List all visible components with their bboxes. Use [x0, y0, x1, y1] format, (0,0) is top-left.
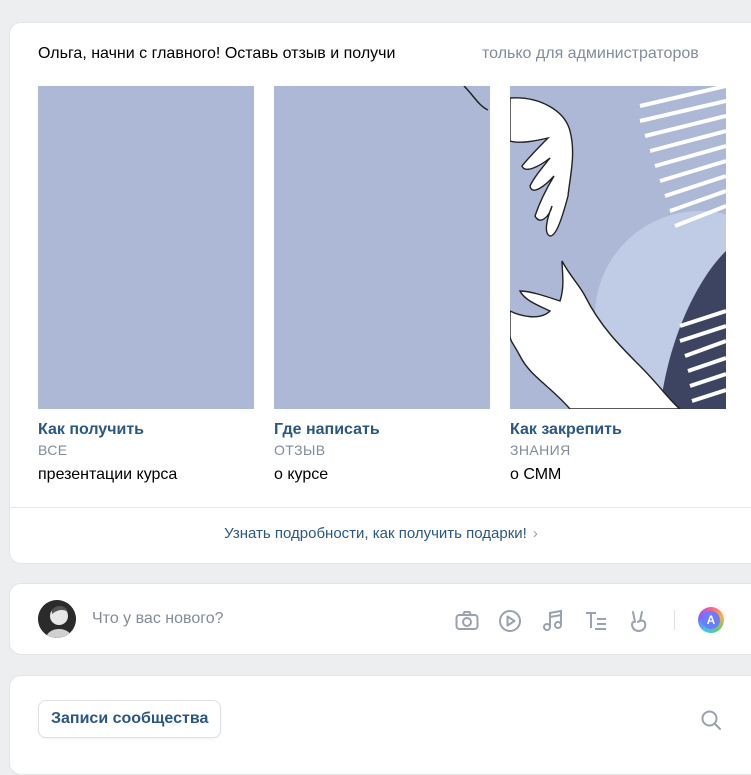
text-format-icon[interactable]	[583, 608, 609, 634]
story-title: Как получить	[38, 421, 144, 438]
story-subtitle: презентации курса	[38, 466, 178, 483]
story-tile-1[interactable]: Как получить ВСЕ презентации курса	[38, 86, 254, 484]
story-image	[274, 86, 490, 409]
avatar[interactable]	[38, 600, 76, 638]
story-caption: ЗНАНИЯ	[510, 442, 571, 458]
story-tile-3[interactable]: Как закрепить ЗНАНИЯ о СММ	[510, 86, 726, 484]
post-composer: Что у вас нового? A	[9, 583, 751, 655]
chevron-right-icon: ›	[532, 525, 538, 542]
gifts-info-link-label: Узнать подробности, как получить подарки…	[224, 525, 527, 542]
promo-card: Ольга, начни с главного! Оставь отзыв и …	[9, 22, 751, 564]
search-icon[interactable]	[700, 709, 722, 731]
divider	[10, 507, 751, 508]
ai-assistant-label: A	[702, 611, 720, 629]
story-image	[38, 86, 254, 409]
toolbar-separator	[674, 610, 675, 630]
gifts-info-link[interactable]: Узнать подробности, как получить подарки…	[10, 525, 751, 542]
story-subtitle: о СММ	[510, 466, 562, 483]
hands-illustration	[510, 86, 726, 409]
peace-hand-icon[interactable]	[626, 608, 652, 634]
story-title: Где написать	[274, 421, 380, 438]
music-note-icon[interactable]	[540, 608, 566, 634]
story-caption: ВСЕ	[38, 442, 68, 458]
video-play-icon[interactable]	[497, 608, 523, 634]
community-wall: Записи сообщества	[9, 675, 751, 775]
admin-only-note: только для администраторов	[482, 45, 699, 62]
ai-assistant-icon[interactable]: A	[698, 607, 724, 633]
story-caption: ОТЗЫВ	[274, 442, 326, 458]
story-tile-2[interactable]: Где написать ОТЗЫВ о курсе	[274, 86, 490, 484]
camera-icon[interactable]	[454, 608, 480, 634]
tab-community-posts[interactable]: Записи сообщества	[38, 700, 222, 738]
story-image	[510, 86, 726, 409]
promo-title: Ольга, начни с главного! Оставь отзыв и …	[38, 45, 396, 62]
hand-illustration	[463, 86, 489, 111]
post-input[interactable]: Что у вас нового?	[92, 610, 224, 628]
story-subtitle: о курсе	[274, 466, 329, 483]
story-title: Как закрепить	[510, 421, 622, 438]
